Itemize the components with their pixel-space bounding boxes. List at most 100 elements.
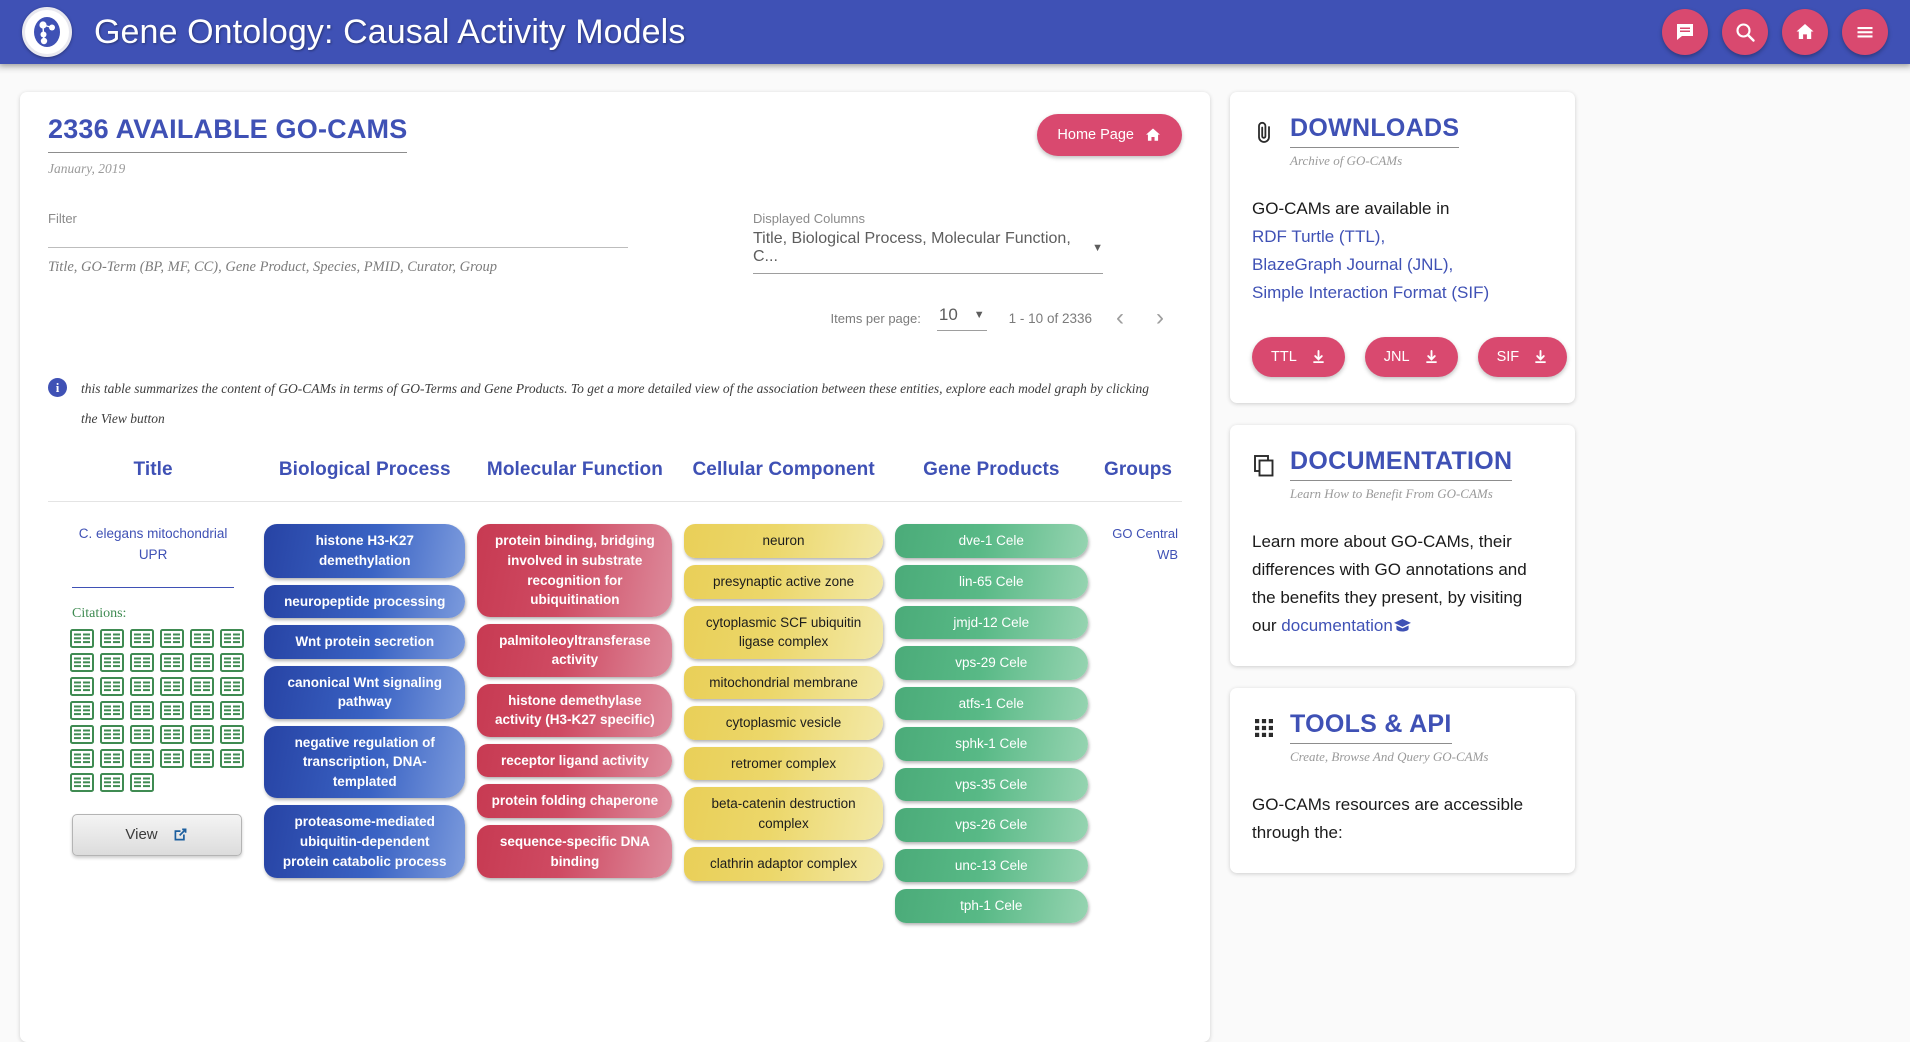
home-icon[interactable] xyxy=(1782,9,1828,55)
column-header-gene-products[interactable]: Gene Products xyxy=(889,459,1094,481)
documentation-title: DOCUMENTATION xyxy=(1290,447,1513,482)
citation-icon[interactable] xyxy=(220,676,244,696)
column-header-cellular-component[interactable]: Cellular Component xyxy=(679,459,889,481)
gene-product-pill[interactable]: tph-1 Cele xyxy=(894,889,1088,923)
citation-icon[interactable] xyxy=(190,676,214,696)
download-button-ttl[interactable]: TTL xyxy=(1252,337,1345,378)
next-page-button[interactable]: › xyxy=(1148,302,1172,334)
tools-api-body: GO-CAMs resources are accessible through… xyxy=(1252,795,1524,843)
cellular-component-pill[interactable]: beta-catenin destruction complex xyxy=(684,787,883,841)
gene-product-pill[interactable]: vps-26 Cele xyxy=(894,808,1088,842)
displayed-columns-select[interactable]: Title, Biological Process, Molecular Fun… xyxy=(753,230,1103,274)
citation-icon[interactable] xyxy=(160,676,184,696)
citation-icon[interactable] xyxy=(130,628,154,648)
gene-product-pill[interactable]: dve-1 Cele xyxy=(894,524,1088,558)
molecular-function-pill[interactable]: receptor ligand activity xyxy=(477,743,673,778)
gene-product-pill[interactable]: atfs-1 Cele xyxy=(894,686,1088,721)
download-link-ttl[interactable]: RDF Turtle (TTL), xyxy=(1252,223,1549,251)
citation-icon[interactable] xyxy=(160,700,184,720)
citation-icon[interactable] xyxy=(220,700,244,720)
citation-icon[interactable] xyxy=(160,724,184,744)
cellular-component-pill[interactable]: cytoplasmic SCF ubiquitin ligase complex xyxy=(684,605,883,659)
cellular-component-pill[interactable]: cytoplasmic vesicle xyxy=(684,706,883,740)
citation-icon[interactable] xyxy=(70,748,94,768)
citation-icon[interactable] xyxy=(130,700,154,720)
citation-icon[interactable] xyxy=(160,628,184,648)
biological-process-pill[interactable]: proteasome-mediated ubiquitin-dependent … xyxy=(264,805,466,879)
download-button-sif[interactable]: SIF xyxy=(1477,337,1568,378)
citation-icon[interactable] xyxy=(190,748,214,768)
cellular-component-pill[interactable]: retromer complex xyxy=(684,746,883,781)
citation-icon[interactable] xyxy=(190,700,214,720)
gene-product-pill[interactable]: vps-29 Cele xyxy=(894,646,1088,680)
molecular-function-pill[interactable]: protein binding, bridging involved in su… xyxy=(477,524,673,617)
citation-icon[interactable] xyxy=(70,772,94,792)
citation-icon[interactable] xyxy=(190,628,214,648)
citation-icon[interactable] xyxy=(160,652,184,672)
citation-icon[interactable] xyxy=(130,748,154,768)
comment-icon[interactable] xyxy=(1662,9,1708,55)
biological-process-pill[interactable]: negative regulation of transcription, DN… xyxy=(264,725,466,799)
citation-icon[interactable] xyxy=(220,724,244,744)
citation-icon[interactable] xyxy=(100,748,124,768)
cellular-component-pill[interactable]: neuron xyxy=(684,524,883,558)
gene-product-pill[interactable]: sphk-1 Cele xyxy=(894,727,1088,761)
model-title-link[interactable]: C. elegans mitochondrial UPR xyxy=(72,524,235,588)
molecular-function-pill[interactable]: palmitoleoyltransferase activity xyxy=(477,623,673,677)
citation-icon[interactable] xyxy=(220,628,244,648)
molecular-function-pill[interactable]: sequence-specific DNA binding xyxy=(477,825,673,879)
download-link-jnl[interactable]: BlazeGraph Journal (JNL), xyxy=(1252,251,1549,279)
download-button-jnl[interactable]: JNL xyxy=(1364,337,1458,378)
citation-icon[interactable] xyxy=(70,652,94,672)
biological-process-pill[interactable]: histone H3-K27 demethylation xyxy=(264,524,466,578)
molecular-function-pill[interactable]: histone demethylase activity (H3-K27 spe… xyxy=(477,683,673,737)
view-button[interactable]: View xyxy=(72,813,242,856)
citation-icon[interactable] xyxy=(130,652,154,672)
citation-icon[interactable] xyxy=(100,772,124,792)
search-icon[interactable] xyxy=(1722,9,1768,55)
gene-product-pill[interactable]: vps-35 Cele xyxy=(894,767,1088,802)
cellular-component-pill[interactable]: presynaptic active zone xyxy=(684,564,883,599)
citation-icon[interactable] xyxy=(70,628,94,648)
items-per-page-select[interactable]: 10 ▼ xyxy=(936,305,987,331)
citation-icon[interactable] xyxy=(100,652,124,672)
citation-icon[interactable] xyxy=(190,652,214,672)
go-logo-icon[interactable] xyxy=(22,7,72,57)
group-link[interactable]: WB xyxy=(1100,545,1178,565)
citation-icon[interactable] xyxy=(130,724,154,744)
citation-icon[interactable] xyxy=(160,748,184,768)
column-header-molecular-function[interactable]: Molecular Function xyxy=(471,459,678,481)
column-header-title[interactable]: Title xyxy=(48,459,258,481)
biological-process-pill[interactable]: canonical Wnt signaling pathway xyxy=(264,665,466,719)
biological-process-pill[interactable]: neuropeptide processing xyxy=(264,584,466,619)
citation-icon[interactable] xyxy=(100,676,124,696)
citation-icon[interactable] xyxy=(100,724,124,744)
citation-icon[interactable] xyxy=(70,724,94,744)
download-link-sif[interactable]: Simple Interaction Format (SIF) xyxy=(1252,279,1549,307)
filter-input[interactable] xyxy=(48,226,628,248)
biological-process-pill[interactable]: Wnt protein secretion xyxy=(264,625,466,659)
menu-icon[interactable] xyxy=(1842,9,1888,55)
citation-icon[interactable] xyxy=(100,628,124,648)
previous-page-button[interactable]: ‹ xyxy=(1108,302,1132,334)
citation-icon[interactable] xyxy=(190,724,214,744)
citation-icon[interactable] xyxy=(130,772,154,792)
citation-icon[interactable] xyxy=(220,748,244,768)
citation-icon[interactable] xyxy=(70,676,94,696)
cellular-component-pill[interactable]: mitochondrial membrane xyxy=(684,665,883,700)
citation-icon[interactable] xyxy=(220,652,244,672)
info-icon: i xyxy=(48,378,67,397)
citation-icon[interactable] xyxy=(100,700,124,720)
documentation-link[interactable]: documentation xyxy=(1281,616,1393,635)
cellular-component-pill[interactable]: clathrin adaptor complex xyxy=(684,847,883,881)
column-header-groups[interactable]: Groups xyxy=(1094,459,1182,481)
column-header-biological-process[interactable]: Biological Process xyxy=(258,459,471,481)
citation-icon[interactable] xyxy=(130,676,154,696)
molecular-function-pill[interactable]: protein folding chaperone xyxy=(477,784,673,818)
home-page-button[interactable]: Home Page xyxy=(1037,114,1182,156)
group-link[interactable]: GO Central xyxy=(1100,524,1178,544)
gene-product-pill[interactable]: jmjd-12 Cele xyxy=(894,605,1088,640)
gene-product-pill[interactable]: unc-13 Cele xyxy=(894,848,1088,883)
citation-icon[interactable] xyxy=(70,700,94,720)
gene-product-pill[interactable]: lin-65 Cele xyxy=(894,564,1088,599)
